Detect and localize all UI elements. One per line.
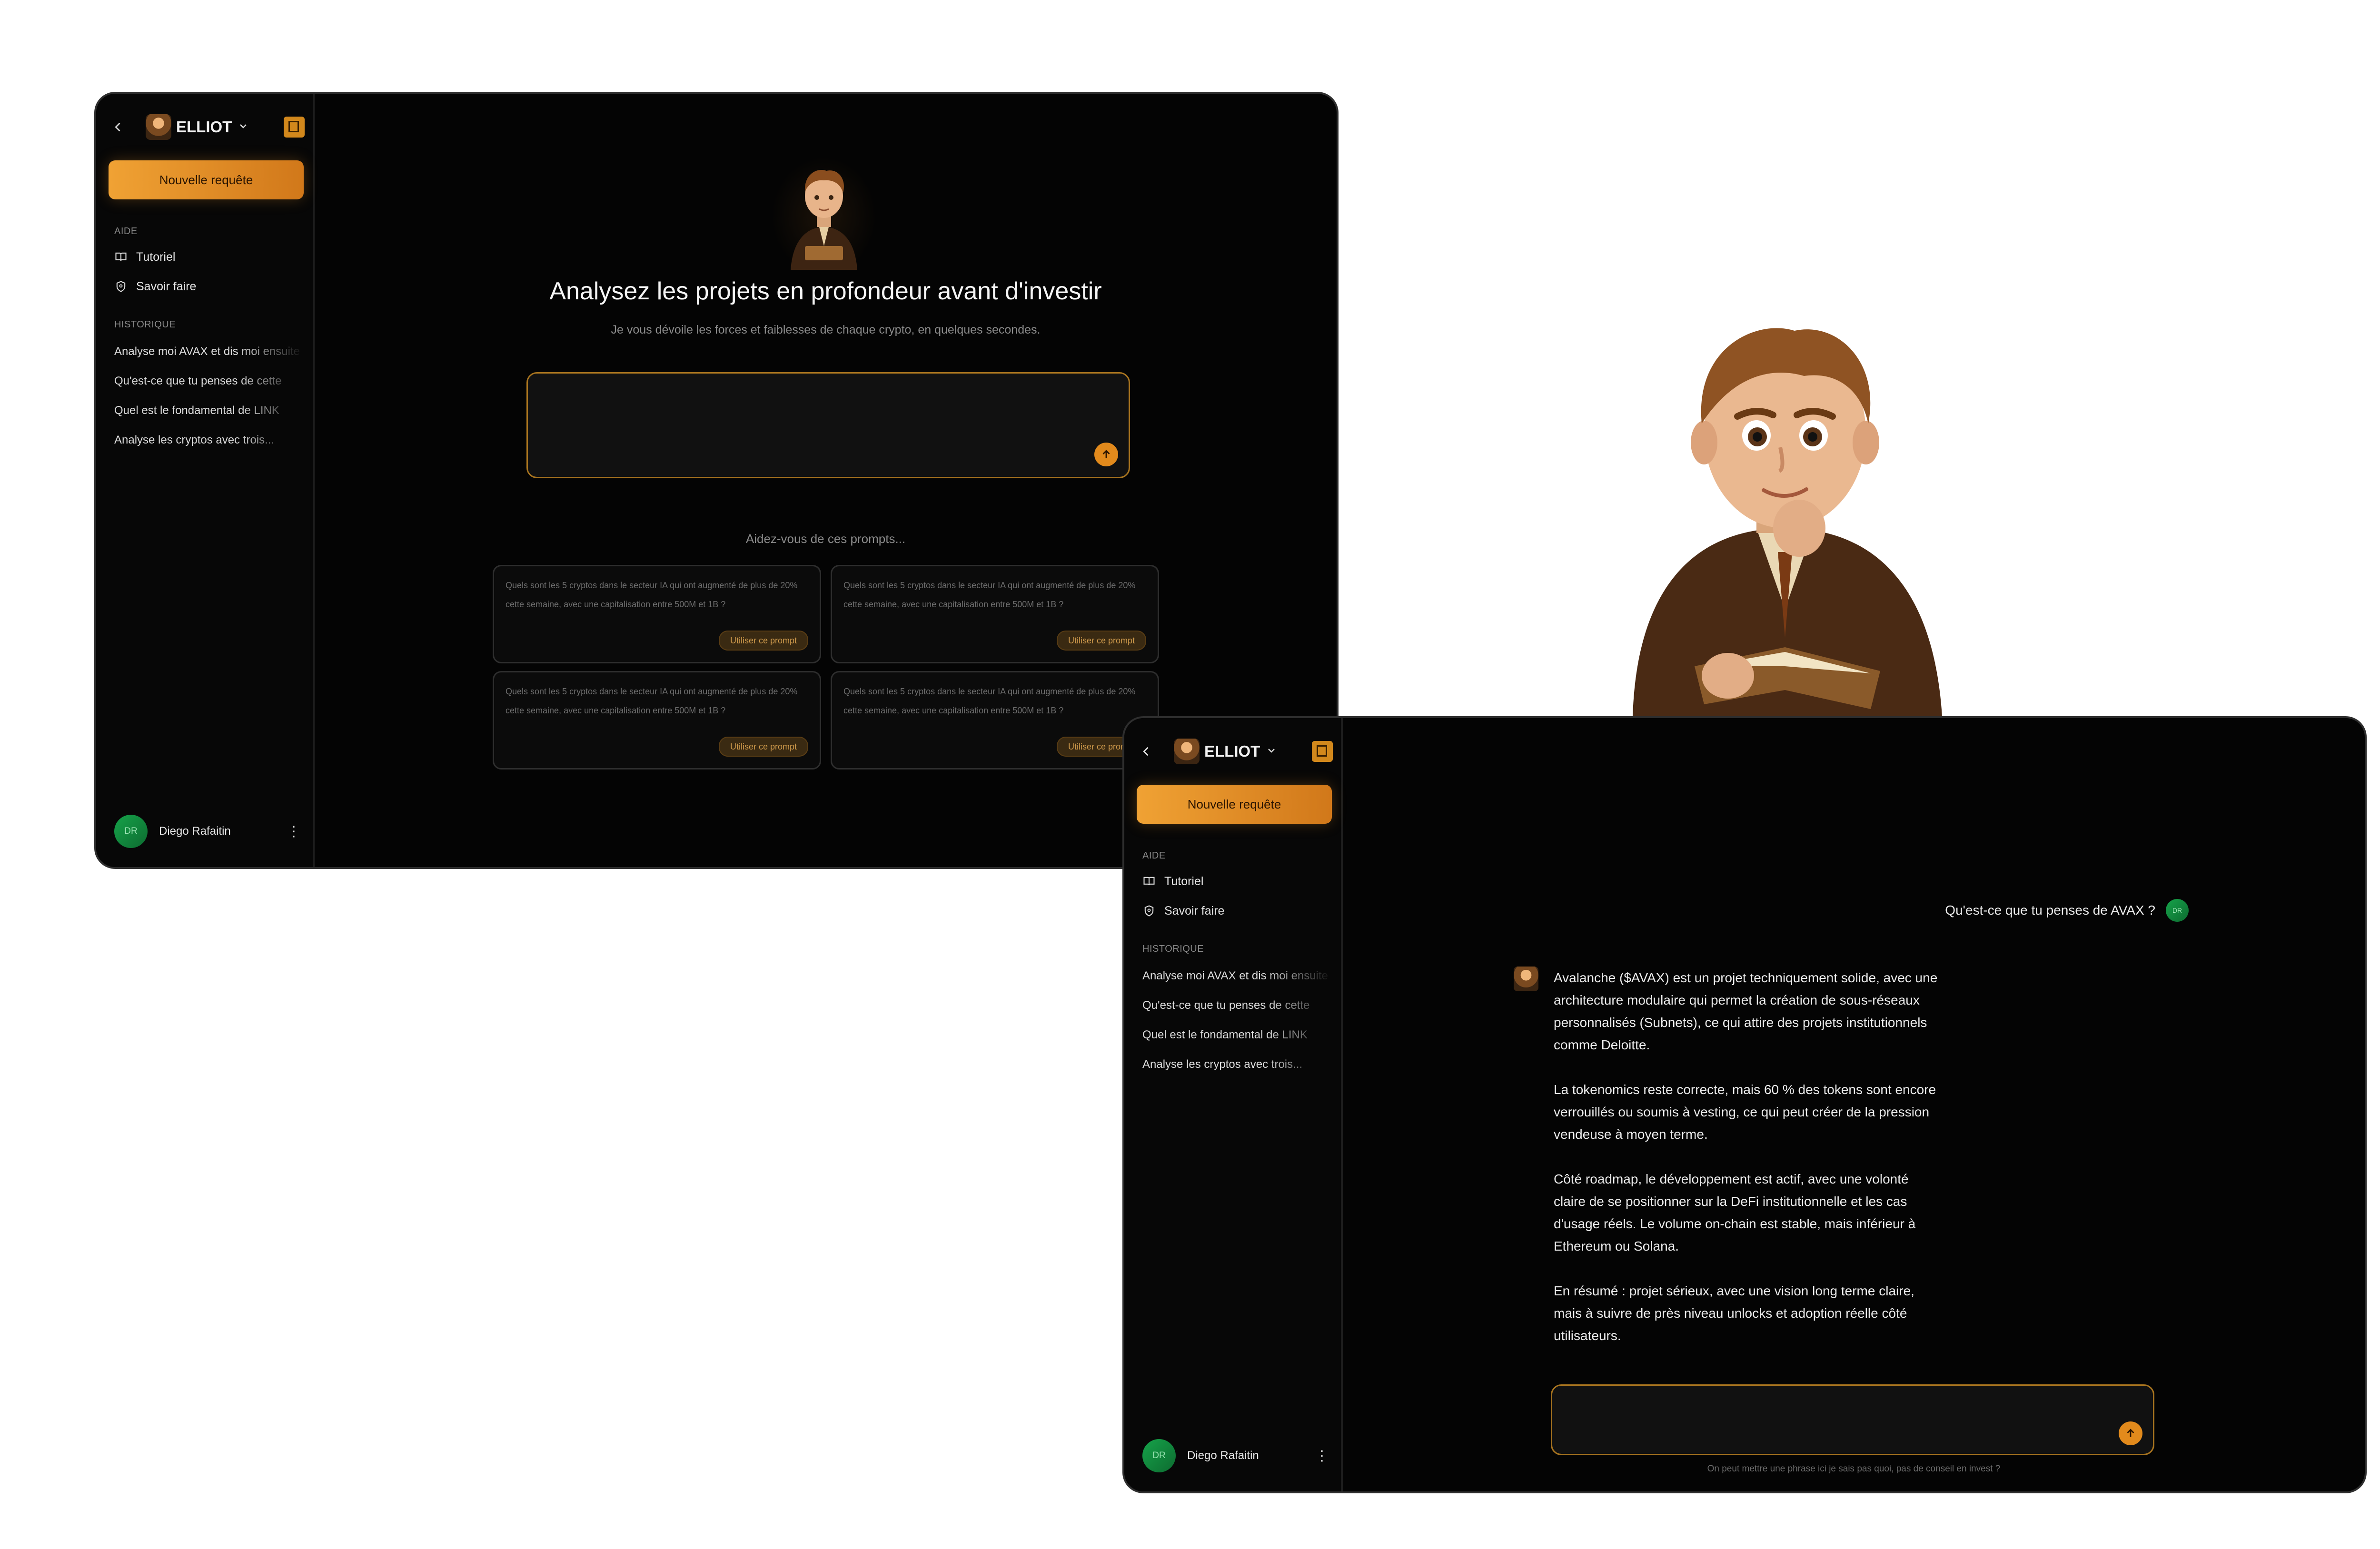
sidebar: ELLIOT Nouvelle requête AIDE Tutoriel Sa… [1124, 718, 1343, 1491]
arrow-left-icon[interactable] [1138, 743, 1155, 760]
brand-name[interactable]: ELLIOT [1204, 742, 1260, 760]
use-prompt-button[interactable]: Utiliser ce prompt [1056, 631, 1146, 651]
prompt-card-text: Quels sont les 5 cryptos dans le secteur… [506, 687, 798, 715]
history-item[interactable]: Qu'est-ce que tu penses de cette [1142, 999, 1333, 1012]
chevron-down-icon[interactable] [1266, 745, 1277, 759]
chevron-down-icon[interactable] [238, 120, 249, 134]
send-button[interactable] [1094, 443, 1118, 466]
chat-area: Qu'est-ce que tu penses de AVAX ? DR Ava… [1343, 718, 2365, 1491]
nav-item-tutoriel[interactable]: Tutoriel [1142, 870, 1323, 892]
history-item[interactable]: Analyse les cryptos avec trois... [114, 434, 305, 447]
chat-input[interactable] [1551, 1384, 2154, 1455]
assistant-paragraph: La tokenomics reste correcte, mais 60 % … [1554, 1082, 1936, 1142]
prompt-card[interactable]: Quels sont les 5 cryptos dans le secteur… [493, 565, 821, 663]
history-item[interactable]: Analyse moi AVAX et dis moi ensuite [1142, 969, 1333, 983]
brand-logo [1174, 739, 1200, 764]
aide-section-label: AIDE [114, 226, 138, 237]
new-request-button[interactable]: Nouvelle requête [1137, 785, 1332, 824]
assistant-avatar [1514, 967, 1538, 991]
assistant-message: Avalanche ($AVAX) est un projet techniqu… [1554, 967, 1944, 1369]
arrow-left-icon[interactable] [109, 118, 127, 136]
history-item[interactable]: Quel est le fondamental de LINK [114, 404, 305, 417]
user-profile[interactable]: DR Diego Rafaitin ⋮ [1142, 1439, 1333, 1472]
nav-item-savoir-faire[interactable]: Savoir faire [114, 276, 295, 297]
prompt-card-text: Quels sont les 5 cryptos dans le secteur… [843, 581, 1136, 609]
send-arrow-icon [1102, 450, 1110, 458]
history-item[interactable]: Analyse moi AVAX et dis moi ensuite [114, 345, 305, 358]
brand-name[interactable]: ELLIOT [176, 118, 232, 136]
aide-section-label: AIDE [1142, 850, 1166, 861]
history-item[interactable]: Qu'est-ce que tu penses de cette [114, 375, 305, 388]
nav-item-label: Savoir faire [1164, 904, 1225, 918]
sidebar: ELLIOT Nouvelle requête AIDE Tutoriel Sa… [96, 94, 315, 867]
sidebar-header: ELLIOT [109, 113, 305, 141]
assistant-paragraph: Côté roadmap, le développement est actif… [1554, 1172, 1916, 1253]
sidebar-toggle-icon[interactable] [1312, 741, 1333, 762]
nav-item-savoir-faire[interactable]: Savoir faire [1142, 900, 1323, 922]
user-message-text: Qu'est-ce que tu penses de AVAX ? [1945, 903, 2155, 918]
assistant-paragraph: En résumé : projet sérieux, avec une vis… [1554, 1283, 1914, 1343]
page-subtitle: Je vous dévoile les forces et faiblesses… [611, 323, 1041, 336]
mascot-image [772, 151, 876, 270]
prompts-hint: Aidez-vous de ces prompts... [745, 532, 906, 546]
use-prompt-button[interactable]: Utiliser ce prompt [718, 737, 808, 757]
avatar: DR [114, 815, 148, 848]
avatar: DR [2166, 899, 2189, 922]
page-title: Analysez les projets en profondeur avant… [549, 277, 1102, 305]
sidebar-header: ELLIOT [1138, 737, 1333, 766]
history-item[interactable]: Analyse les cryptos avec trois... [1142, 1058, 1333, 1071]
history-section-label: HISTORIQUE [114, 319, 176, 330]
prompt-card[interactable]: Quels sont les 5 cryptos dans le secteur… [493, 671, 821, 770]
use-prompt-button[interactable]: Utiliser ce prompt [718, 631, 808, 651]
user-name: Diego Rafaitin [159, 825, 231, 838]
user-name: Diego Rafaitin [1187, 1449, 1259, 1462]
history-item[interactable]: Quel est le fondamental de LINK [1142, 1028, 1333, 1042]
book-icon [115, 252, 127, 261]
prompt-card-text: Quels sont les 5 cryptos dans le secteur… [506, 581, 798, 609]
disclaimer-text: On peut mettre une phrase ici je sais pa… [1707, 1464, 2001, 1474]
send-button[interactable] [2119, 1421, 2142, 1445]
history-section-label: HISTORIQUE [1142, 944, 1204, 954]
assistant-paragraph: Avalanche ($AVAX) est un projet techniqu… [1554, 970, 1938, 1052]
nav-item-label: Tutoriel [1164, 874, 1204, 888]
kebab-menu-icon[interactable]: ⋮ [1315, 1448, 1329, 1464]
book-icon [1143, 877, 1155, 886]
shield-icon [116, 281, 126, 292]
prompt-card[interactable]: Quels sont les 5 cryptos dans le secteur… [831, 671, 1159, 770]
new-request-button[interactable]: Nouvelle requête [109, 160, 304, 199]
nav-item-label: Savoir faire [136, 279, 197, 293]
prompt-card-text: Quels sont les 5 cryptos dans le secteur… [843, 687, 1136, 715]
avatar: DR [1142, 1439, 1176, 1472]
prompt-input[interactable] [526, 372, 1130, 478]
user-profile[interactable]: DR Diego Rafaitin ⋮ [114, 815, 305, 848]
user-message: Qu'est-ce que tu penses de AVAX ? DR [1945, 899, 2189, 922]
nav-item-label: Tutoriel [136, 250, 176, 264]
shield-icon [1144, 905, 1154, 917]
kebab-menu-icon[interactable]: ⋮ [287, 823, 301, 840]
prompt-card[interactable]: Quels sont les 5 cryptos dans le secteur… [831, 565, 1159, 663]
app-window-chat: ELLIOT Nouvelle requête AIDE Tutoriel Sa… [1122, 716, 2367, 1493]
send-arrow-icon [2127, 1429, 2134, 1437]
mascot-illustration [1633, 328, 1942, 716]
sidebar-toggle-icon[interactable] [284, 117, 305, 138]
brand-logo [146, 114, 171, 140]
nav-item-tutoriel[interactable]: Tutoriel [114, 246, 295, 268]
